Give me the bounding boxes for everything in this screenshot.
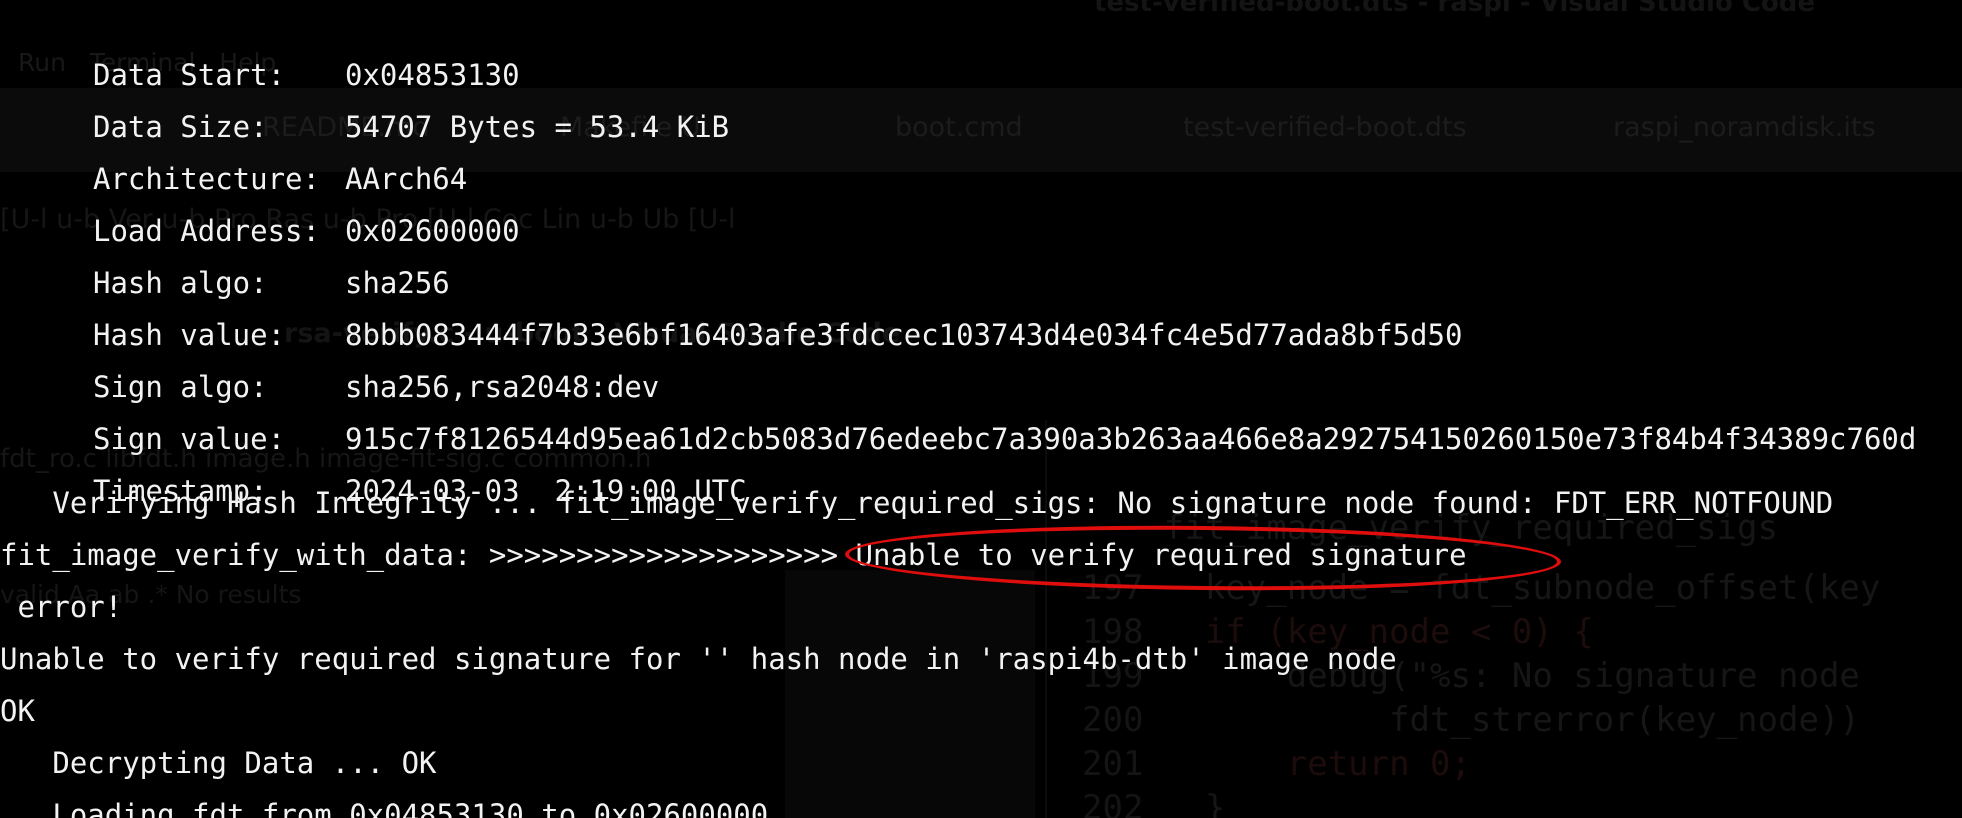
log-line-verifying-hash: Verifying Hash Integrity ... fit_image_v…	[0, 486, 1834, 520]
field-value: 54707 Bytes = 53.4 KiB	[345, 110, 730, 144]
field-data-start: Data Start: 0x04853130	[0, 15, 520, 92]
field-value: 915c7f8126544d95ea61d2cb5083d76edeebc7a3…	[345, 422, 1917, 456]
log-line-error: error!	[0, 590, 123, 624]
log-line-unable-to-verify: Unable to verify required signature for …	[0, 642, 1397, 676]
field-label: Architecture:	[93, 162, 320, 196]
field-label: Hash value:	[93, 318, 286, 352]
field-label: Sign value:	[93, 422, 286, 456]
field-value: 0x04853130	[345, 58, 520, 92]
field-label: Data Size:	[93, 110, 268, 144]
field-value: 0x02600000	[345, 214, 520, 248]
log-line-decrypting: Decrypting Data ... OK	[0, 746, 437, 780]
field-sign-value: Sign value: 915c7f8126544d95ea61d2cb5083d…	[0, 379, 1916, 456]
field-sign-algo: Sign algo: sha256,rsa2048:dev	[0, 327, 659, 404]
field-label: Data Start:	[93, 58, 286, 92]
field-label: Sign algo:	[93, 370, 268, 404]
field-value: 8bbb083444f7b33e6bf16403afe3fdccec103743…	[345, 318, 1463, 352]
field-value: AArch64	[345, 162, 468, 196]
field-hash-algo: Hash algo: sha256	[0, 223, 450, 300]
log-line-ok: OK	[0, 694, 35, 728]
field-value: sha256,rsa2048:dev	[345, 370, 660, 404]
field-value: sha256	[345, 266, 450, 300]
field-label: Hash algo:	[93, 266, 268, 300]
field-hash-value: Hash value: 8bbb083444f7b33e6bf16403afe3f…	[0, 275, 1462, 352]
field-label: Load Address:	[93, 214, 320, 248]
screenshot: test-verified-boot.dts - raspi - Visual …	[0, 0, 1962, 818]
field-architecture: Architecture: AArch64	[0, 119, 467, 196]
field-load-address: Load Address: 0x02600000	[0, 171, 520, 248]
field-timestamp: Timestamp: 2024-03-03 2:19:00 UTC	[0, 431, 747, 508]
log-line-loading-fdt: Loading fdt from 0x04853130 to 0x0260000…	[0, 798, 769, 818]
field-data-size: Data Size: 54707 Bytes = 53.4 KiB	[0, 67, 729, 144]
terminal-output[interactable]: Data Start: 0x04853130 Data Size: 54707 By…	[0, 0, 1962, 818]
